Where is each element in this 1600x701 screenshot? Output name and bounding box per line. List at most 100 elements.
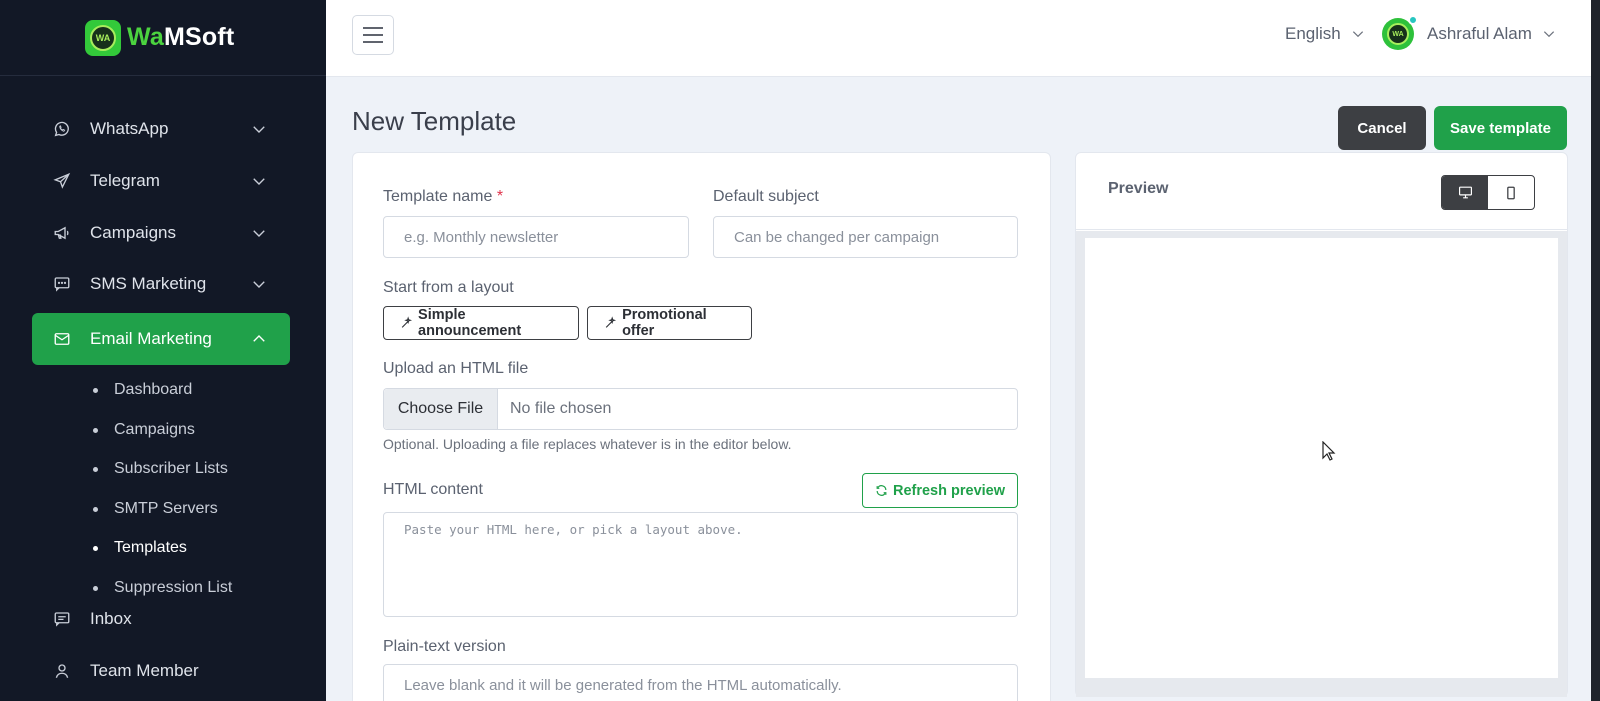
envelope-icon: [52, 329, 72, 349]
sms-icon: [52, 274, 72, 294]
sidebar-item-label: Telegram: [90, 171, 160, 190]
sidebar-item-inbox[interactable]: Inbox: [32, 593, 290, 645]
brand-logo-icon: WA: [85, 19, 121, 56]
submenu-item-dashboard[interactable]: Dashboard: [93, 381, 192, 399]
topbar: English WA Ashraful Alam: [326, 0, 1591, 77]
sidebar-item-label: Email Marketing: [90, 329, 212, 348]
chevron-down-icon: [1352, 31, 1363, 38]
layout-simple-announcement-button[interactable]: Simple announcement: [383, 306, 579, 340]
bullet: [93, 427, 98, 433]
sidebar-item-team-member[interactable]: Team Member: [32, 645, 290, 697]
mobile-view-button[interactable]: [1488, 176, 1534, 209]
inbox-icon: [52, 609, 72, 629]
magic-wand-icon: [605, 316, 617, 328]
brand[interactable]: WA WaMSoft: [0, 0, 326, 76]
preview-frame-container: [1076, 231, 1567, 697]
sidebar-item-telegram[interactable]: Telegram: [32, 155, 290, 207]
sidebar-item-label: Campaigns: [90, 223, 176, 242]
html-file-input[interactable]: Choose File No file chosen: [383, 388, 1018, 430]
user-icon: [52, 661, 72, 681]
magic-wand-icon: [401, 316, 413, 328]
submenu-item-subscriber-lists[interactable]: Subscriber Lists: [93, 460, 228, 478]
sidebar: WA WaMSoft WhatsApp Telegram Campaigns S…: [0, 0, 326, 701]
default-subject-placeholder: Can be changed per campaign: [734, 228, 940, 246]
device-toggle: [1441, 175, 1535, 210]
upload-label: Upload an HTML file: [383, 360, 529, 377]
brand-name-part2: MSoft: [163, 23, 235, 51]
mobile-icon: [1507, 186, 1515, 199]
megaphone-icon: [52, 223, 72, 243]
bullet: [93, 585, 98, 591]
brand-logo-mark: WA: [90, 24, 116, 51]
chevron-down-icon: [253, 281, 265, 288]
layout-promotional-offer-button[interactable]: Promotional offer: [587, 306, 752, 340]
avatar: WA: [1382, 15, 1418, 50]
brand-name-part1: Wa: [127, 23, 164, 51]
layout-button-label: Promotional offer: [622, 307, 707, 339]
template-name-input[interactable]: e.g. Monthly newsletter: [383, 216, 689, 258]
submenu-label: Subscriber Lists: [114, 460, 228, 477]
submenu-label: SMTP Servers: [114, 500, 218, 517]
chevron-down-icon: [253, 230, 265, 237]
layout-button-label: Simple announcement: [418, 307, 522, 339]
upload-help-text: Optional. Uploading a file replaces what…: [383, 436, 792, 452]
avatar-mark: WA: [1387, 23, 1409, 45]
submenu-item-templates[interactable]: Templates: [93, 539, 187, 557]
html-content-label: HTML content: [383, 481, 483, 498]
user-name: Ashraful Alam: [1427, 24, 1532, 43]
layout-label: Start from a layout: [383, 279, 514, 296]
submenu-label: Dashboard: [114, 381, 193, 398]
telegram-icon: [52, 171, 72, 191]
plaintext-placeholder: Leave blank and it will be generated fro…: [404, 676, 842, 694]
file-status: No file chosen: [510, 400, 612, 417]
preview-card: Preview: [1075, 152, 1568, 697]
mouse-cursor-icon: [1322, 441, 1336, 461]
refresh-preview-button[interactable]: Refresh preview: [862, 473, 1018, 508]
language-label: English: [1285, 24, 1341, 43]
brand-name: WaMSoft: [127, 23, 234, 52]
desktop-view-button[interactable]: [1442, 176, 1488, 209]
preview-header: Preview: [1076, 153, 1567, 230]
plaintext-input[interactable]: Leave blank and it will be generated fro…: [383, 664, 1018, 701]
chevron-down-icon: [253, 178, 265, 185]
template-name-label: Template name *: [383, 188, 503, 206]
submenu-label: Campaigns: [114, 421, 195, 438]
sidebar-item-label: Team Member: [90, 661, 199, 680]
language-selector[interactable]: English: [1285, 24, 1365, 44]
chevron-down-icon: [253, 126, 265, 133]
refresh-preview-label: Refresh preview: [892, 482, 1006, 499]
submenu-item-campaigns[interactable]: Campaigns: [93, 421, 195, 439]
chevron-down-icon: [1543, 31, 1554, 38]
html-content-placeholder: Paste your HTML here, or pick a layout a…: [404, 522, 743, 537]
default-subject-label: Default subject: [713, 188, 819, 205]
html-content-textarea[interactable]: Paste your HTML here, or pick a layout a…: [383, 512, 1018, 617]
user-menu[interactable]: WA Ashraful Alam: [1382, 15, 1556, 50]
submenu-label: Templates: [114, 539, 187, 556]
save-template-button[interactable]: Save template: [1434, 106, 1567, 150]
online-status-dot: [1408, 15, 1418, 25]
menu-toggle-button[interactable]: [352, 15, 394, 55]
bullet: [93, 506, 98, 512]
required-marker: *: [496, 188, 504, 205]
sidebar-item-sms-marketing[interactable]: SMS Marketing: [32, 258, 290, 310]
plaintext-label: Plain-text version: [383, 638, 506, 655]
whatsapp-icon: [52, 119, 72, 139]
sidebar-item-whatsapp[interactable]: WhatsApp: [32, 103, 290, 155]
bullet: [93, 387, 98, 393]
sidebar-item-label: Inbox: [90, 609, 132, 628]
preview-title: Preview: [1108, 180, 1169, 197]
default-subject-input[interactable]: Can be changed per campaign: [713, 216, 1018, 258]
template-name-placeholder: e.g. Monthly newsletter: [404, 228, 559, 246]
bullet: [93, 545, 98, 551]
hamburger-icon: [363, 27, 383, 43]
submenu-item-smtp-servers[interactable]: SMTP Servers: [93, 500, 218, 518]
sidebar-item-email-marketing[interactable]: Email Marketing: [32, 313, 290, 365]
choose-file-button[interactable]: Choose File: [384, 389, 498, 429]
refresh-icon: [876, 485, 887, 496]
cancel-button[interactable]: Cancel: [1338, 106, 1426, 150]
sidebar-item-campaigns[interactable]: Campaigns: [32, 207, 290, 259]
sidebar-item-label: WhatsApp: [90, 119, 169, 138]
template-name-label-text: Template name: [383, 188, 493, 205]
bullet: [93, 466, 98, 472]
window-scrollbar[interactable]: [1591, 0, 1600, 701]
